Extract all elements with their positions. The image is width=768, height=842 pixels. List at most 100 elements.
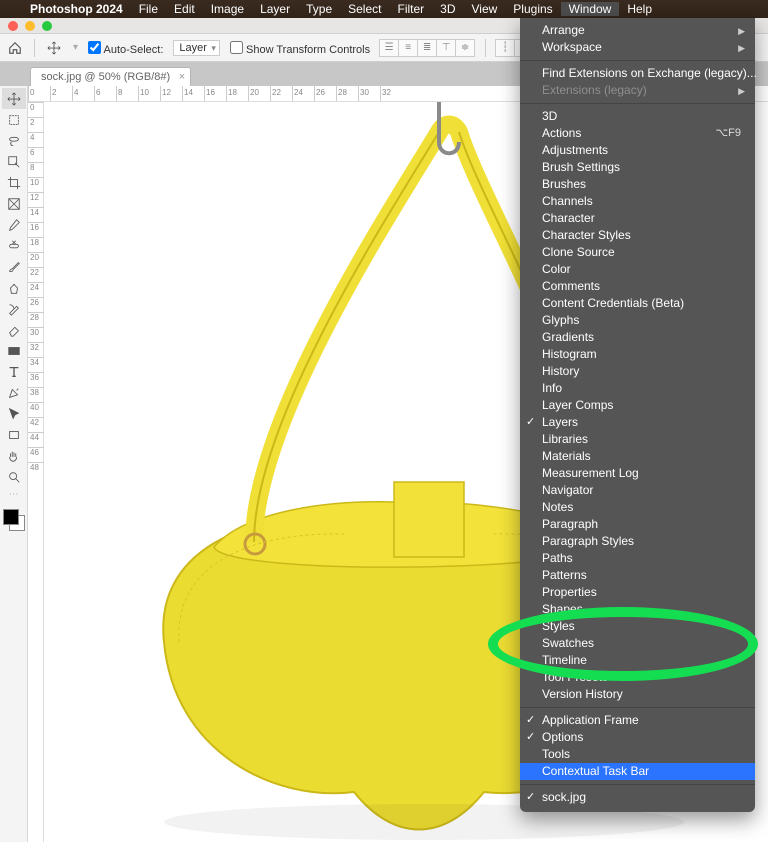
menu-help[interactable]: Help: [619, 2, 660, 16]
clone-tool[interactable]: [2, 277, 26, 298]
move-tool-icon: [45, 39, 63, 57]
minimize-window-button[interactable]: [25, 21, 35, 31]
menu-item-libraries[interactable]: Libraries: [520, 431, 755, 448]
menu-item-actions[interactable]: Actions⌥F9: [520, 125, 755, 142]
brush-small-tool[interactable]: [2, 256, 26, 277]
dropdown-caret-icon[interactable]: ▾: [73, 42, 78, 53]
pen-tool[interactable]: [2, 382, 26, 403]
menu-item-layers[interactable]: ✓Layers: [520, 414, 755, 431]
rectangle-tool[interactable]: [2, 424, 26, 445]
menu-item-paragraph[interactable]: Paragraph: [520, 516, 755, 533]
menu-file[interactable]: File: [131, 2, 166, 16]
close-tab-button[interactable]: ×: [179, 71, 185, 83]
app-name[interactable]: Photoshop 2024: [22, 2, 131, 16]
zoom-tool[interactable]: [2, 466, 26, 487]
menu-item-character-styles[interactable]: Character Styles: [520, 227, 755, 244]
close-window-button[interactable]: [8, 21, 18, 31]
tools-panel: ⋯: [0, 86, 28, 842]
menu-select[interactable]: Select: [340, 2, 389, 16]
menu-item-navigator[interactable]: Navigator: [520, 482, 755, 499]
align-top-button[interactable]: ⊤: [436, 39, 456, 57]
menu-item-color[interactable]: Color: [520, 261, 755, 278]
lasso-tool[interactable]: [2, 130, 26, 151]
menu-item-paths[interactable]: Paths: [520, 550, 755, 567]
menu-item-adjustments[interactable]: Adjustments: [520, 142, 755, 159]
menu-item-version-history[interactable]: Version History: [520, 686, 755, 703]
frame-tool[interactable]: [2, 193, 26, 214]
align-right-button[interactable]: ≣: [417, 39, 437, 57]
menu-edit[interactable]: Edit: [166, 2, 203, 16]
history-brush-tool[interactable]: [2, 298, 26, 319]
menu-image[interactable]: Image: [203, 2, 252, 16]
menu-window[interactable]: Window: [561, 2, 620, 16]
menu-item-contextual-task-bar[interactable]: Contextual Task Bar: [520, 763, 755, 780]
align-center-v-button[interactable]: ≑: [455, 39, 475, 57]
spot-heal-tool[interactable]: [2, 235, 26, 256]
menu-layer[interactable]: Layer: [252, 2, 298, 16]
menu-item-sock-jpg[interactable]: ✓sock.jpg: [520, 789, 755, 806]
menu-view[interactable]: View: [464, 2, 506, 16]
type-tool[interactable]: [2, 361, 26, 382]
menu-item-find-extensions-on-exchange-legacy[interactable]: Find Extensions on Exchange (legacy)...: [520, 65, 755, 82]
auto-select-checkbox[interactable]: Auto-Select:: [88, 40, 163, 56]
menu-type[interactable]: Type: [298, 2, 340, 16]
menu-item-notes[interactable]: Notes: [520, 499, 755, 516]
menu-item-measurement-log[interactable]: Measurement Log: [520, 465, 755, 482]
menu-item-shapes[interactable]: Shapes: [520, 601, 755, 618]
path-select-tool[interactable]: [2, 403, 26, 424]
object-select-tool[interactable]: [2, 151, 26, 172]
menu-item-brushes[interactable]: Brushes: [520, 176, 755, 193]
menu-item-content-credentials-beta[interactable]: Content Credentials (Beta): [520, 295, 755, 312]
menu-item-clone-source[interactable]: Clone Source: [520, 244, 755, 261]
menu-item-glyphs[interactable]: Glyphs: [520, 312, 755, 329]
menu-item-history[interactable]: History: [520, 363, 755, 380]
menu-item-tool-presets[interactable]: Tool Presets: [520, 669, 755, 686]
menu-item-materials[interactable]: Materials: [520, 448, 755, 465]
menu-item-arrange[interactable]: Arrange▶: [520, 22, 755, 39]
menu-filter[interactable]: Filter: [389, 2, 432, 16]
menu-item-channels[interactable]: Channels: [520, 193, 755, 210]
menu-item-workspace[interactable]: Workspace▶: [520, 39, 755, 56]
gradient-rect-tool[interactable]: [2, 340, 26, 361]
eraser-tool[interactable]: [2, 319, 26, 340]
align-center-h-button[interactable]: ≡: [398, 39, 418, 57]
menu-item-layer-comps[interactable]: Layer Comps: [520, 397, 755, 414]
menu-item-tools[interactable]: Tools: [520, 746, 755, 763]
menu-item-comments[interactable]: Comments: [520, 278, 755, 295]
tool-overflow[interactable]: ⋯: [9, 489, 19, 500]
menu-separator: [520, 707, 755, 708]
menu-item-extensions-legacy: Extensions (legacy)▶: [520, 82, 755, 99]
window-menu-dropdown[interactable]: Arrange▶Workspace▶ Find Extensions on Exc…: [520, 18, 755, 812]
menu-item-3d[interactable]: 3D: [520, 108, 755, 125]
zoom-window-button[interactable]: [42, 21, 52, 31]
menu-item-options[interactable]: ✓Options: [520, 729, 755, 746]
menu-item-application-frame[interactable]: ✓Application Frame: [520, 712, 755, 729]
menu-item-swatches[interactable]: Swatches: [520, 635, 755, 652]
auto-select-mode-select[interactable]: Layer: [173, 40, 220, 56]
home-icon[interactable]: [6, 39, 24, 57]
color-swatches[interactable]: [2, 508, 26, 532]
show-transform-checkbox[interactable]: Show Transform Controls: [230, 40, 370, 56]
menu-separator: [520, 784, 755, 785]
menu-item-histogram[interactable]: Histogram: [520, 346, 755, 363]
move-tool[interactable]: [2, 88, 26, 109]
menu-item-brush-settings[interactable]: Brush Settings: [520, 159, 755, 176]
hand-tool[interactable]: [2, 445, 26, 466]
menu-3d[interactable]: 3D: [432, 2, 463, 16]
menu-item-timeline[interactable]: Timeline: [520, 652, 755, 669]
artboard-tool[interactable]: [2, 109, 26, 130]
menu-item-character[interactable]: Character: [520, 210, 755, 227]
menu-item-properties[interactable]: Properties: [520, 584, 755, 601]
menu-item-info[interactable]: Info: [520, 380, 755, 397]
menu-item-patterns[interactable]: Patterns: [520, 567, 755, 584]
menu-plugins[interactable]: Plugins: [505, 2, 560, 16]
menu-item-paragraph-styles[interactable]: Paragraph Styles: [520, 533, 755, 550]
document-tab[interactable]: sock.jpg @ 50% (RGB/8#) ×: [30, 67, 191, 86]
mac-menubar: Photoshop 2024 FileEditImageLayerTypeSel…: [0, 0, 768, 18]
crop-tool[interactable]: [2, 172, 26, 193]
eyedropper-small-tool[interactable]: [2, 214, 26, 235]
align-left-button[interactable]: ☰: [379, 39, 399, 57]
menu-item-styles[interactable]: Styles: [520, 618, 755, 635]
menu-item-gradients[interactable]: Gradients: [520, 329, 755, 346]
distribute-1-button[interactable]: ┆: [495, 39, 515, 57]
